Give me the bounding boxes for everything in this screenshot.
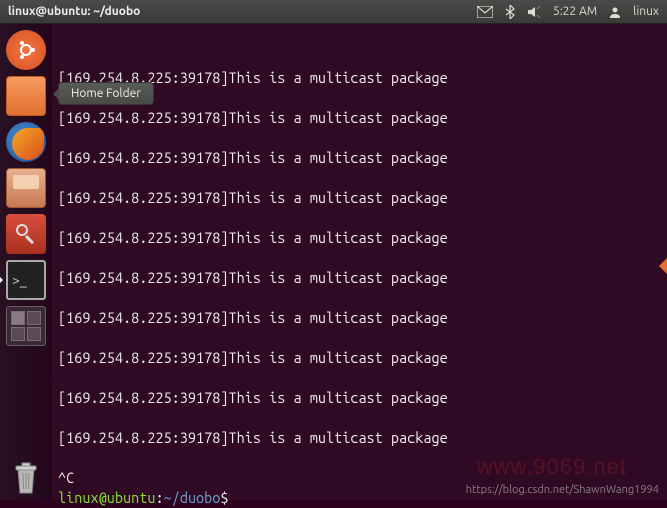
- launcher-dash[interactable]: [4, 28, 48, 72]
- user-name[interactable]: linux: [633, 5, 659, 18]
- terminal-icon: >_: [6, 260, 46, 300]
- unity-launcher: >_: [0, 24, 52, 500]
- launcher-software-center[interactable]: [4, 166, 48, 210]
- launcher-terminal[interactable]: >_: [4, 258, 48, 302]
- prompt-user-host: linux@ubuntu: [58, 489, 155, 506]
- prompt-colon: :: [155, 489, 163, 506]
- firefox-icon: [6, 122, 46, 162]
- bluetooth-icon[interactable]: [505, 5, 515, 19]
- workspace-icon: [6, 306, 46, 346]
- window-title: linux@ubuntu: ~/duobo: [8, 5, 477, 18]
- gear-wrench-icon: [6, 214, 46, 254]
- launcher-files[interactable]: [4, 74, 48, 118]
- clock[interactable]: 5:22 AM: [553, 5, 597, 18]
- launcher-settings[interactable]: [4, 212, 48, 256]
- prompt-dollar: $: [220, 489, 228, 506]
- watermark-text: https://blog.csdn.net/ShawnWang1994: [466, 484, 659, 496]
- watermark-overlay: www.9069.net: [477, 454, 627, 480]
- sound-icon[interactable]: [527, 6, 541, 18]
- folder-icon: [6, 76, 46, 116]
- prompt-path: ~/duobo: [164, 489, 221, 506]
- terminal-output: [169.254.8.225:39178]This is a multicast…: [58, 68, 661, 488]
- resize-handle[interactable]: [659, 258, 667, 274]
- trash-icon: [6, 458, 46, 498]
- mail-icon[interactable]: [477, 6, 493, 18]
- launcher-firefox[interactable]: [4, 120, 48, 164]
- launcher-tooltip: Home Folder: [58, 82, 154, 105]
- top-panel: linux@ubuntu: ~/duobo 5:22 AM linux: [0, 0, 667, 24]
- user-icon[interactable]: [609, 6, 621, 18]
- ubuntu-dash-icon: [6, 30, 46, 70]
- launcher-workspace-switcher[interactable]: [4, 304, 48, 348]
- launcher-trash[interactable]: [4, 456, 48, 500]
- prompt-cursor: [229, 489, 237, 506]
- indicator-area: 5:22 AM linux: [477, 5, 659, 19]
- software-center-icon: [6, 168, 46, 208]
